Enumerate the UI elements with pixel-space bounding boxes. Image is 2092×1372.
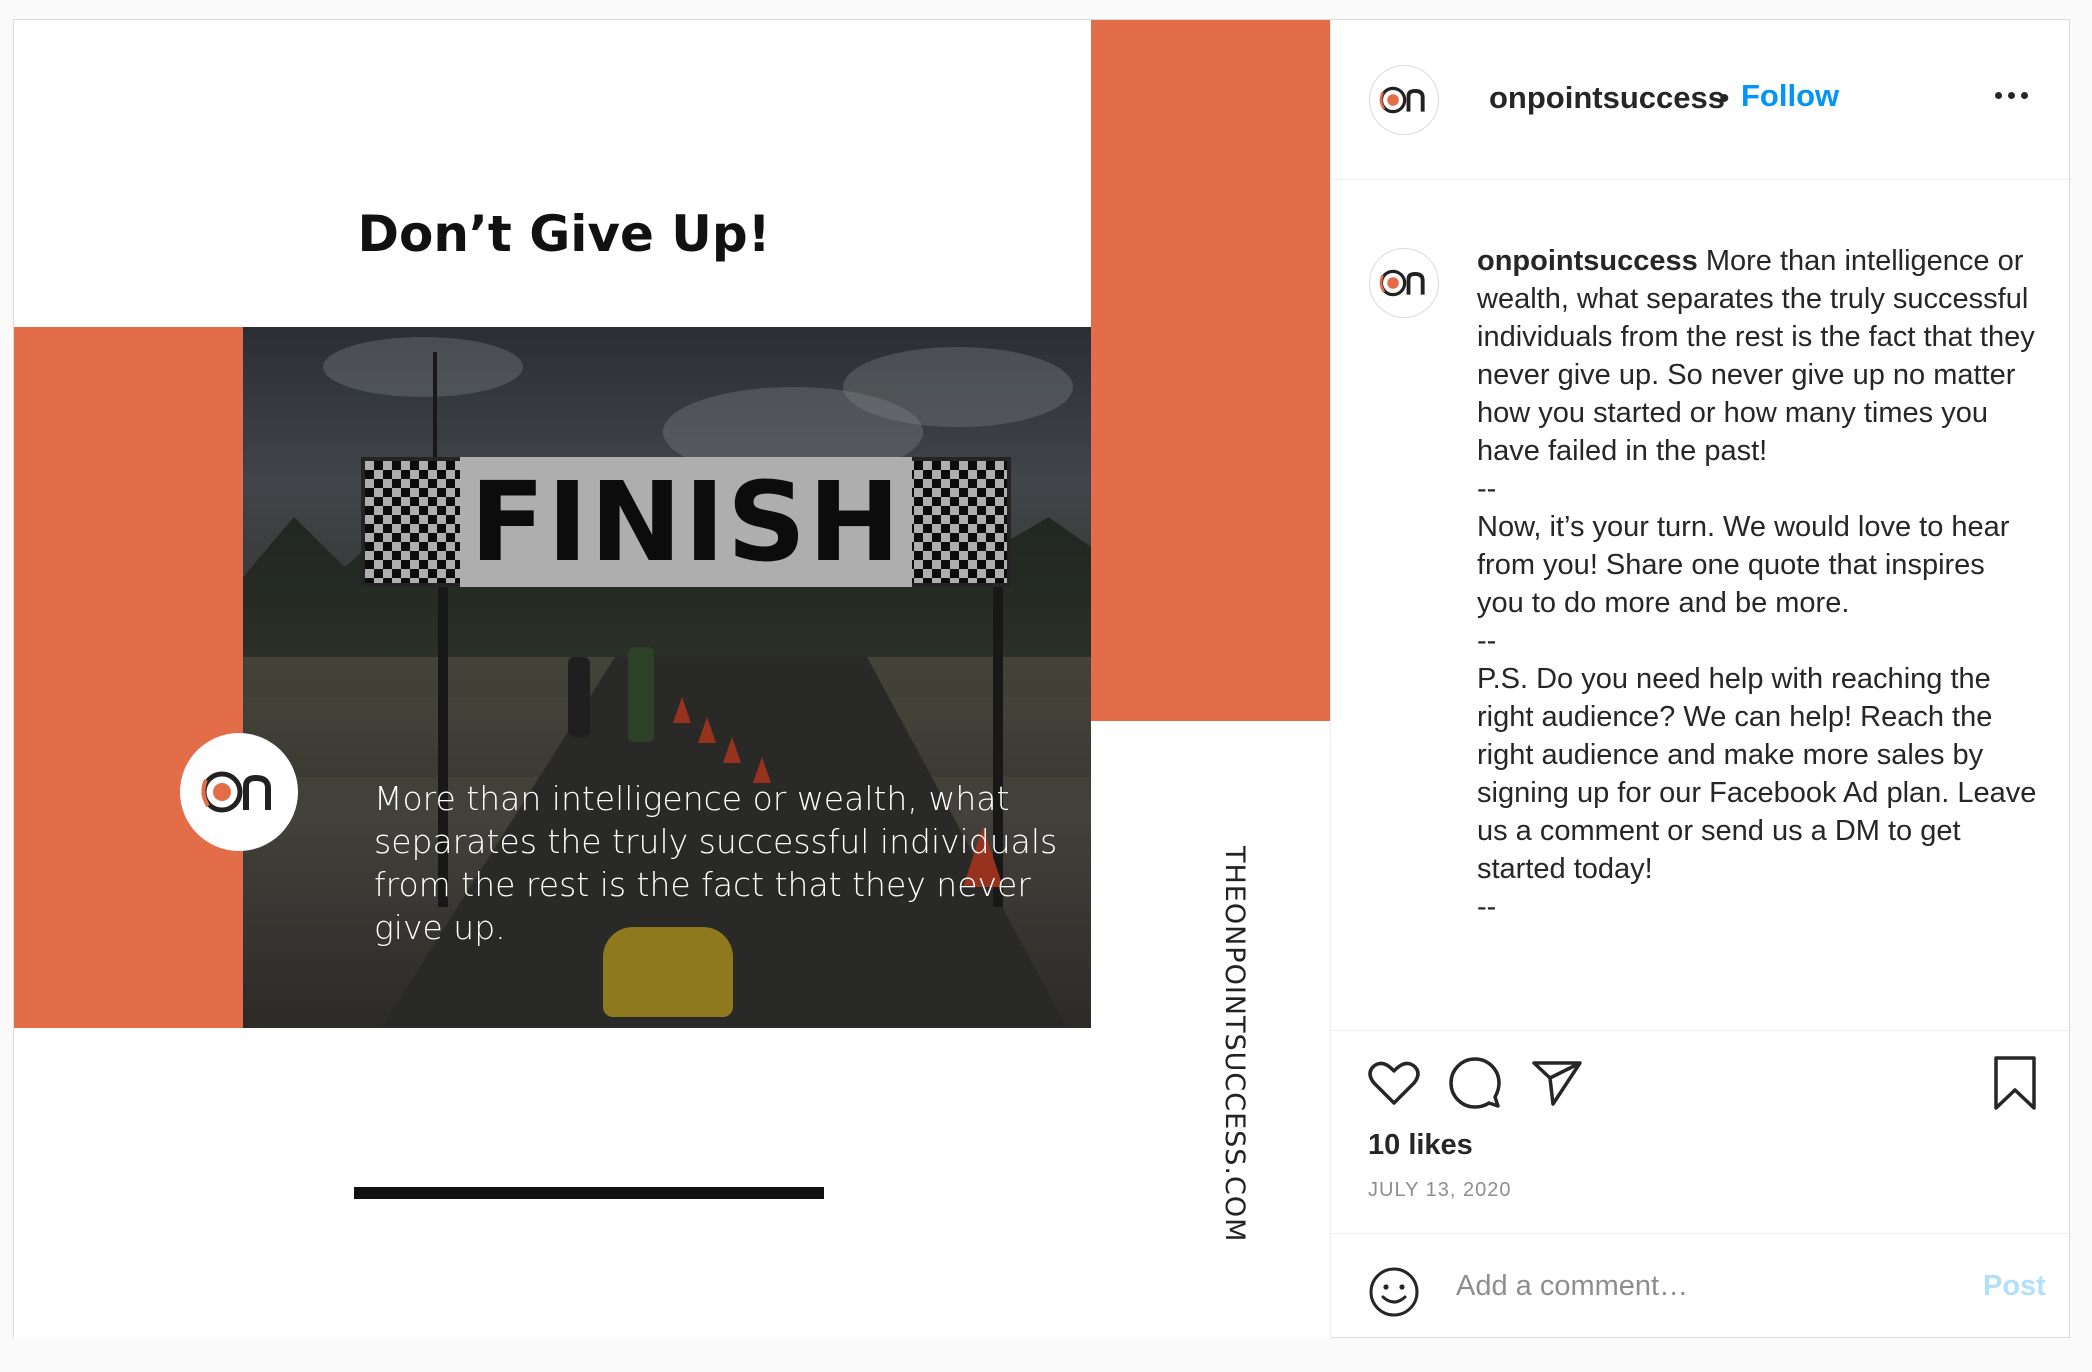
orange-accent-block-left (14, 327, 243, 1028)
post-header: onpointsuccess • Follow (1331, 20, 2072, 180)
likes-count[interactable]: 10 likes (1368, 1129, 1473, 1162)
orange-accent-block-right (1091, 20, 1330, 721)
share-icon[interactable] (1531, 1059, 1583, 1107)
on-logo-badge (180, 733, 298, 851)
decorative-bar (354, 1187, 824, 1199)
post-actions: 10 likes JULY 13, 2020 (1331, 1030, 2072, 1234)
vertical-website-url: THEONPOINTSUCCESS.COM (1219, 846, 1250, 1243)
follow-button[interactable]: Follow (1741, 78, 1839, 114)
image-quote: More than intelligence or wealth, what s… (374, 779, 1058, 947)
caption-body: More than intelligence or wealth, what s… (1477, 245, 2037, 923)
post-date: JULY 13, 2020 (1368, 1179, 1512, 1201)
on-logo-icon (1379, 86, 1425, 114)
post-comment-button[interactable]: Post (1983, 1270, 2046, 1303)
image-headline: Don’t Give Up! (357, 205, 771, 263)
header-username[interactable]: onpointsuccess (1489, 80, 1725, 116)
more-options-icon[interactable] (1995, 92, 2028, 99)
emoji-icon[interactable] (1368, 1266, 1420, 1318)
bookmark-icon[interactable] (1993, 1055, 2037, 1111)
post-side-panel: onpointsuccess • Follow onpointsuccess M… (1330, 20, 2072, 1339)
heart-icon[interactable] (1368, 1059, 1420, 1107)
comment-input[interactable] (1456, 1264, 1936, 1308)
avatar[interactable] (1369, 65, 1439, 135)
on-logo-icon (1379, 269, 1425, 297)
comment-row: Post (1331, 1234, 2072, 1339)
instagram-post-card: Don’t Give Up! FINISH More than intellig… (13, 19, 2072, 1339)
comment-icon[interactable] (1449, 1057, 1501, 1109)
on-logo-icon (201, 771, 271, 813)
caption-scroll-area[interactable]: onpointsuccess More than intelligence or… (1331, 180, 2072, 1030)
caption-username[interactable]: onpointsuccess (1477, 245, 1698, 277)
post-image[interactable]: Don’t Give Up! FINISH More than intellig… (14, 20, 1330, 1339)
caption-text: onpointsuccess More than intelligence or… (1477, 242, 2037, 926)
caption-avatar[interactable] (1369, 248, 1439, 318)
header-separator: • (1719, 82, 1730, 115)
